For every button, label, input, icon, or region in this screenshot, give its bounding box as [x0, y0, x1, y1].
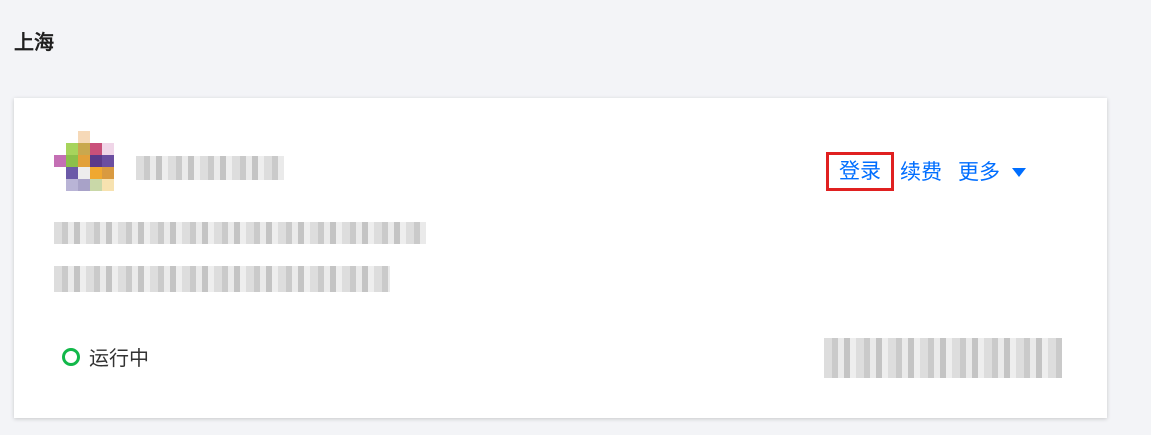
avatar-pixel: [54, 179, 66, 191]
avatar-pixel: [66, 179, 78, 191]
expiry-info-redacted: [824, 338, 1062, 378]
instance-name-redacted: [136, 156, 284, 180]
avatar-pixel: [102, 155, 114, 167]
region-title: 上海: [14, 30, 54, 54]
instance-detail-redacted: [54, 266, 390, 292]
status-ring-icon: [62, 347, 80, 366]
instance-avatar: [54, 131, 114, 191]
avatar-pixel: [102, 143, 114, 155]
avatar-pixel: [54, 167, 66, 179]
avatar-pixel: [78, 179, 90, 191]
avatar-pixel: [90, 155, 102, 167]
avatar-pixel: [102, 131, 114, 143]
login-button[interactable]: 登录: [826, 151, 894, 191]
more-label: 更多: [958, 160, 1000, 184]
avatar-pixel: [102, 179, 114, 191]
avatar-pixel: [102, 167, 114, 179]
avatar-pixel: [54, 143, 66, 155]
avatar-pixel: [66, 143, 78, 155]
avatar-pixel: [90, 167, 102, 179]
avatar-pixel: [66, 131, 78, 143]
avatar-pixel: [90, 131, 102, 143]
avatar-pixel: [90, 143, 102, 155]
more-dropdown[interactable]: 更多: [958, 156, 1026, 186]
avatar-pixel: [78, 131, 90, 143]
avatar-pixel: [90, 179, 102, 191]
instance-card: 登录 续费 更多 运行中: [14, 98, 1107, 418]
avatar-pixel: [66, 167, 78, 179]
avatar-pixel: [78, 155, 90, 167]
renew-button[interactable]: 续费: [900, 156, 942, 186]
avatar-pixel: [78, 167, 90, 179]
instance-actions: 登录 续费 更多: [826, 147, 1026, 195]
avatar-pixel: [54, 155, 66, 167]
avatar-pixel: [66, 155, 78, 167]
instance-status: 运行中: [62, 342, 149, 371]
avatar-pixel: [78, 143, 90, 155]
avatar-pixel: [54, 131, 66, 143]
instance-info-redacted: [54, 222, 426, 244]
caret-down-icon: [1012, 167, 1026, 177]
status-label: 运行中: [89, 346, 149, 370]
